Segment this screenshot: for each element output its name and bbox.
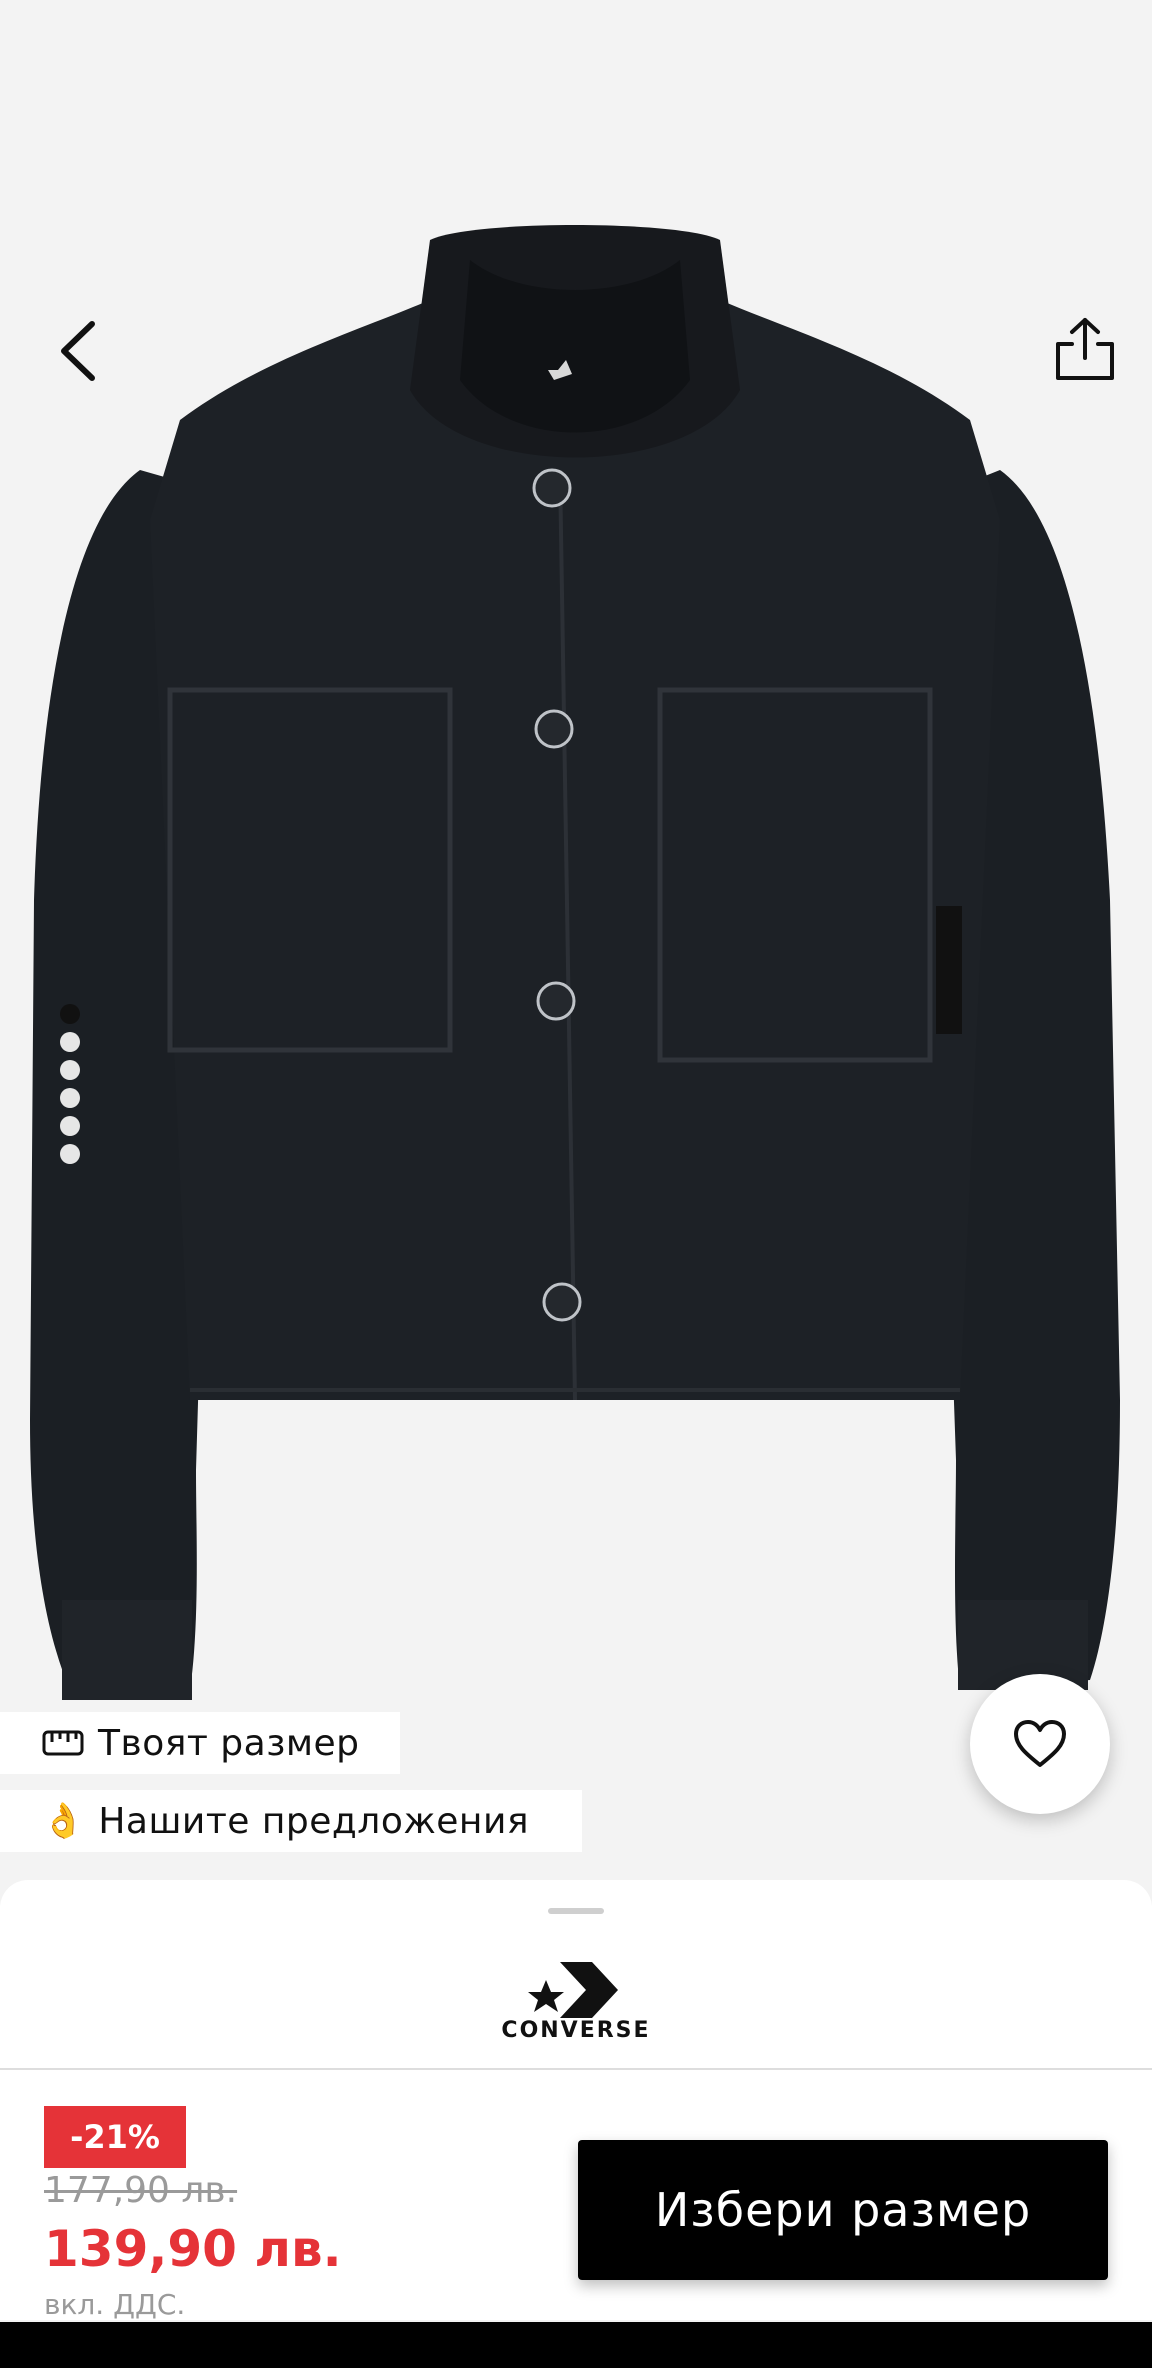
share-icon bbox=[1056, 318, 1114, 380]
favorite-button[interactable] bbox=[970, 1674, 1110, 1814]
divider bbox=[0, 2068, 1152, 2070]
discount-badge: -21% bbox=[44, 2106, 186, 2168]
jacket-photo bbox=[30, 225, 1120, 1700]
image-carousel-indicator bbox=[60, 1004, 84, 1172]
system-navigation-bar bbox=[0, 2322, 1152, 2368]
your-size-chip[interactable]: Твоят размер bbox=[0, 1712, 400, 1774]
product-info-sheet: CONVERSE -21% 177,90 лв. 139,90 лв. вкл.… bbox=[0, 1880, 1152, 2321]
current-price: 139,90 лв. bbox=[44, 2220, 342, 2278]
ok-hand-icon: 👌 bbox=[42, 1801, 85, 1841]
share-button[interactable] bbox=[1050, 314, 1120, 384]
carousel-dot-4[interactable] bbox=[60, 1088, 80, 1108]
carousel-dot-5[interactable] bbox=[60, 1116, 80, 1136]
carousel-dot-1[interactable] bbox=[60, 1004, 80, 1024]
brand-name: CONVERSE bbox=[501, 2018, 651, 2043]
sheet-drag-handle[interactable] bbox=[548, 1908, 604, 1914]
old-price: 177,90 лв. bbox=[44, 2170, 238, 2211]
measure-icon bbox=[42, 1726, 84, 1760]
vat-note: вкл. ДДС. bbox=[44, 2288, 186, 2321]
carousel-dot-2[interactable] bbox=[60, 1032, 80, 1052]
select-size-button[interactable]: Избери размер bbox=[578, 2140, 1108, 2280]
status-bar bbox=[0, 0, 1152, 136]
product-image[interactable] bbox=[0, 136, 1152, 1886]
our-offers-chip[interactable]: 👌 Нашите предложения bbox=[0, 1790, 582, 1852]
chevron-left-icon bbox=[61, 321, 95, 381]
heart-icon bbox=[1014, 1720, 1066, 1767]
back-button[interactable] bbox=[50, 316, 110, 386]
our-offers-label: Нашите предложения bbox=[98, 1800, 530, 1842]
carousel-dot-6[interactable] bbox=[60, 1144, 80, 1164]
your-size-label: Твоят размер bbox=[98, 1722, 360, 1764]
carousel-dot-3[interactable] bbox=[60, 1060, 80, 1080]
